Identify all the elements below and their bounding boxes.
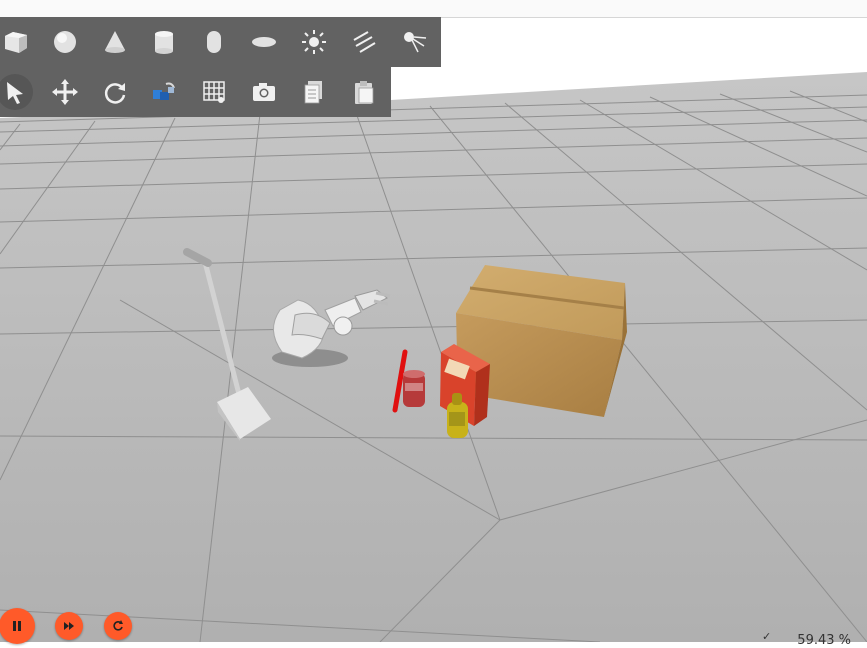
- capsule-icon[interactable]: [196, 24, 232, 60]
- tools-toolbar: [0, 67, 391, 117]
- reset-button[interactable]: [104, 612, 132, 640]
- pause-icon: [13, 621, 21, 631]
- cone-icon[interactable]: [97, 24, 133, 60]
- rotate-icon[interactable]: [97, 74, 133, 110]
- select-arrow-icon[interactable]: [0, 74, 33, 110]
- ellipsoid-icon[interactable]: [246, 24, 282, 60]
- camera-screenshot-icon[interactable]: [246, 74, 282, 110]
- ground-plane: [0, 72, 867, 642]
- translate-icon[interactable]: [47, 74, 83, 110]
- pause-button[interactable]: [0, 608, 35, 644]
- fast-forward-icon: [64, 622, 74, 630]
- reset-icon: [113, 620, 123, 631]
- spot-light-icon[interactable]: [396, 24, 432, 60]
- cylinder-icon[interactable]: [146, 24, 182, 60]
- window-top-bar: [0, 0, 867, 18]
- paste-icon[interactable]: [346, 74, 382, 110]
- step-button[interactable]: [55, 612, 83, 640]
- box-icon[interactable]: [0, 24, 33, 60]
- rtf-check-mark: ✓: [762, 630, 772, 643]
- copy-icon[interactable]: [296, 74, 332, 110]
- directional-light-icon[interactable]: [346, 24, 382, 60]
- sphere-icon[interactable]: [47, 24, 83, 60]
- align-icon[interactable]: [146, 74, 182, 110]
- real-time-factor: 59.43 %: [797, 633, 851, 648]
- soda-can[interactable]: [403, 370, 425, 407]
- shapes-toolbar: [0, 17, 441, 67]
- grid-snap-icon[interactable]: [196, 74, 232, 110]
- point-light-icon[interactable]: [296, 24, 332, 60]
